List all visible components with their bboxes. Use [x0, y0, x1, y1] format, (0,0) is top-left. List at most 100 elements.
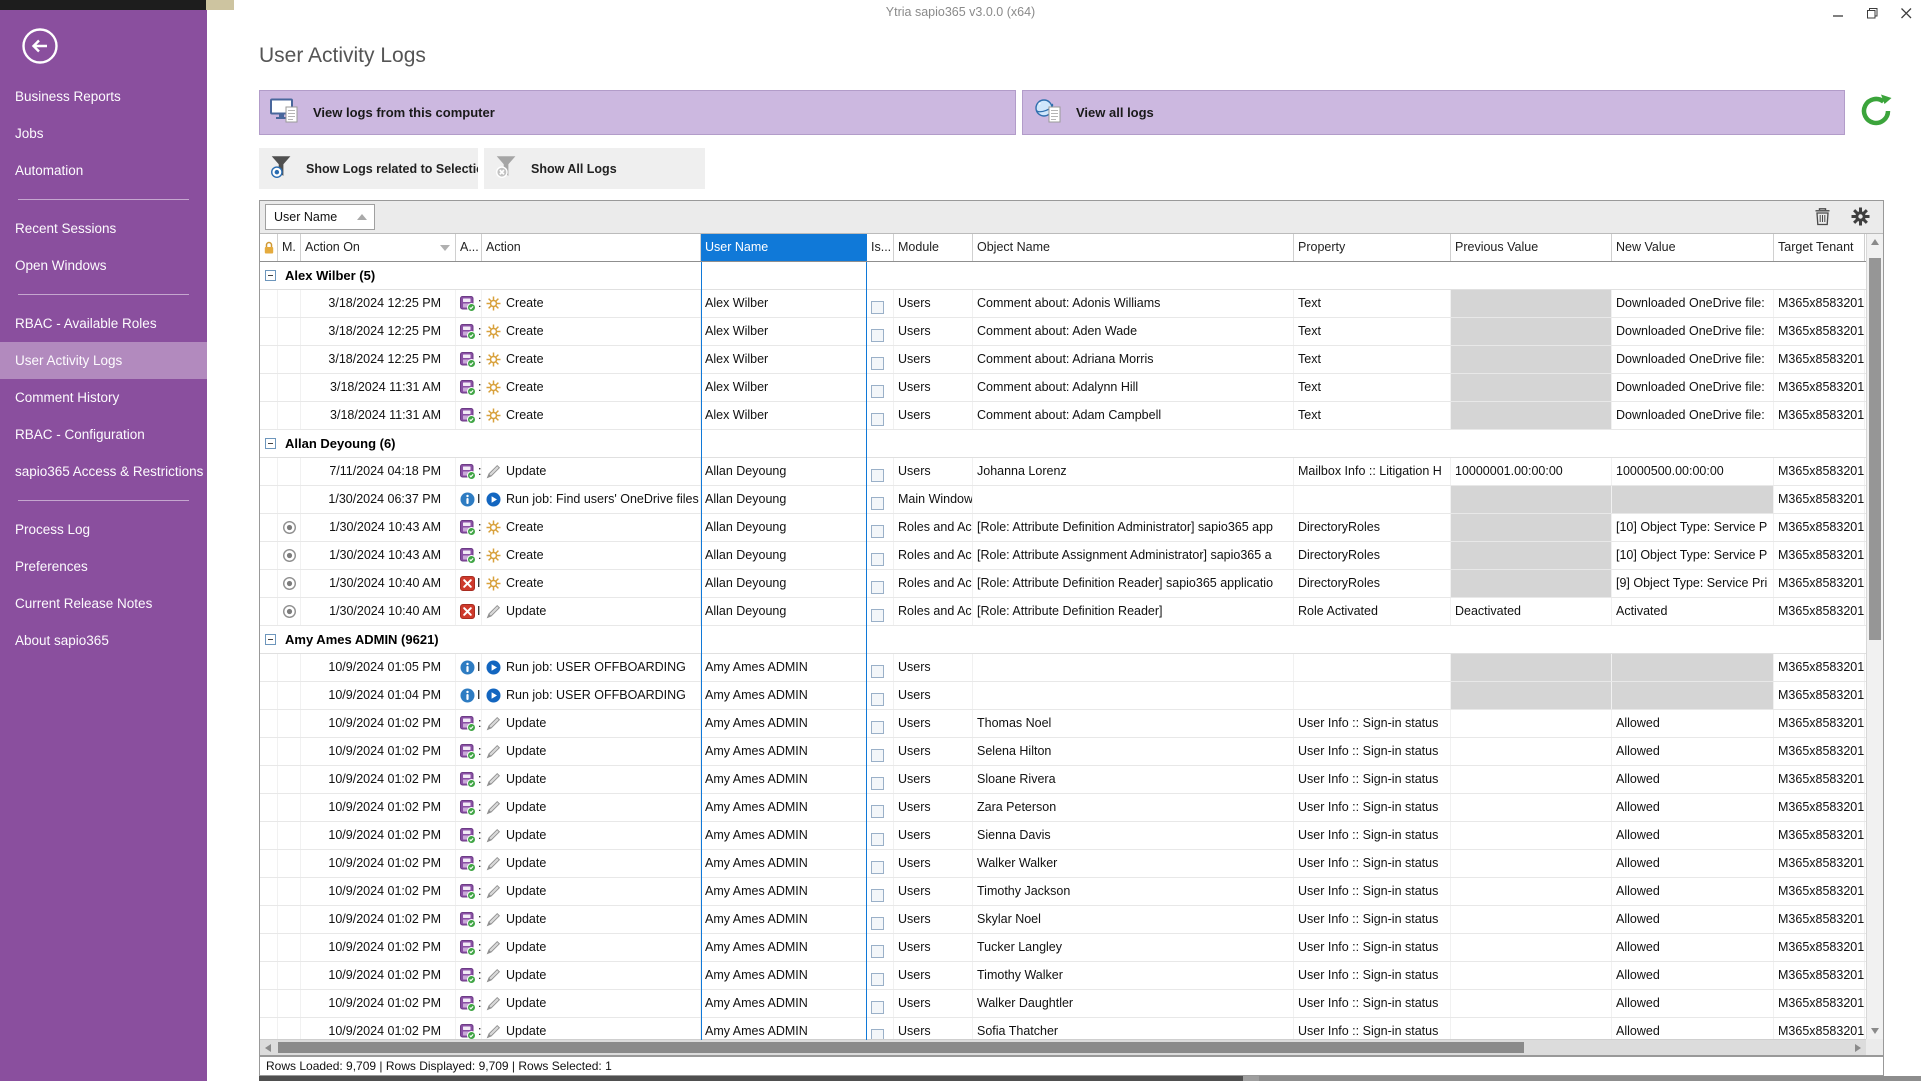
group-row[interactable]: Allan Deyoung (6) — [260, 430, 1866, 458]
column-header-m[interactable]: M. — [278, 234, 301, 261]
log-row[interactable]: 10/9/2024 01:02 PM:UpdateAmy Ames ADMINU… — [260, 766, 1866, 794]
row-checkbox[interactable] — [871, 609, 884, 622]
log-row[interactable]: 3/18/2024 12:25 PM:CreateAlex WilberUser… — [260, 318, 1866, 346]
row-checkbox[interactable] — [871, 693, 884, 706]
log-row[interactable]: 1/30/2024 10:40 AMICreateAllan DeyoungRo… — [260, 570, 1866, 598]
row-checkbox[interactable] — [871, 413, 884, 426]
log-row[interactable]: 10/9/2024 01:02 PM:UpdateAmy Ames ADMINU… — [260, 962, 1866, 990]
group-collapse-toggle[interactable] — [265, 270, 276, 281]
close-button[interactable] — [1899, 7, 1913, 21]
back-button[interactable] — [20, 26, 60, 66]
log-row[interactable]: 3/18/2024 11:31 AM:CreateAlex WilberUser… — [260, 374, 1866, 402]
column-header-lock[interactable] — [260, 234, 278, 261]
minimize-button[interactable] — [1831, 7, 1845, 21]
log-row[interactable]: 10/9/2024 01:02 PM:UpdateAmy Ames ADMINU… — [260, 794, 1866, 822]
log-row[interactable]: 10/9/2024 01:02 PM:UpdateAmy Ames ADMINU… — [260, 850, 1866, 878]
vertical-scrollbar-thumb[interactable] — [1869, 258, 1881, 640]
sidebar-item-comment-history[interactable]: Comment History — [0, 379, 207, 416]
row-checkbox[interactable] — [871, 1001, 884, 1014]
log-row[interactable]: 10/9/2024 01:02 PM:UpdateAmy Ames ADMINU… — [260, 822, 1866, 850]
row-checkbox[interactable] — [871, 581, 884, 594]
scroll-right-arrow[interactable] — [1850, 1040, 1866, 1055]
row-checkbox[interactable] — [871, 749, 884, 762]
column-header-object-name[interactable]: Object Name — [973, 234, 1294, 261]
scroll-left-arrow[interactable] — [260, 1040, 276, 1055]
sidebar-item-rbac-available-roles[interactable]: RBAC - Available Roles — [0, 305, 207, 342]
log-row[interactable]: 1/30/2024 06:37 PMIRun job: Find users' … — [260, 486, 1866, 514]
scroll-down-arrow[interactable] — [1867, 1023, 1883, 1039]
sidebar-item-current-release-notes[interactable]: Current Release Notes — [0, 585, 207, 622]
log-row[interactable]: 10/9/2024 01:05 PMIRun job: USER OFFBOAR… — [260, 654, 1866, 682]
sidebar-item-business-reports[interactable]: Business Reports — [0, 78, 207, 115]
column-header-a[interactable]: A... — [456, 234, 482, 261]
sidebar-item-sapio365-access-restrictions[interactable]: sapio365 Access & Restrictions — [0, 453, 207, 490]
log-row[interactable]: 10/9/2024 01:04 PMIRun job: USER OFFBOAR… — [260, 682, 1866, 710]
log-row[interactable]: 3/18/2024 11:31 AM:CreateAlex WilberUser… — [260, 402, 1866, 430]
trash-icon[interactable] — [1814, 207, 1831, 231]
sidebar-item-process-log[interactable]: Process Log — [0, 511, 207, 548]
row-checkbox[interactable] — [871, 553, 884, 566]
row-checkbox[interactable] — [871, 665, 884, 678]
row-checkbox[interactable] — [871, 469, 884, 482]
column-header-module[interactable]: Module — [894, 234, 973, 261]
column-header-user-name[interactable]: User Name — [701, 234, 867, 261]
vertical-scrollbar[interactable] — [1866, 234, 1883, 1039]
row-checkbox[interactable] — [871, 357, 884, 370]
group-collapse-toggle[interactable] — [265, 438, 276, 449]
horizontal-scrollbar-thumb[interactable] — [278, 1042, 1524, 1053]
sidebar-item-user-activity-logs[interactable]: User Activity Logs — [0, 342, 207, 379]
row-checkbox[interactable] — [871, 721, 884, 734]
sidebar-item-jobs[interactable]: Jobs — [0, 115, 207, 152]
column-header-action-on[interactable]: Action On — [301, 234, 456, 261]
sidebar-item-rbac-configuration[interactable]: RBAC - Configuration — [0, 416, 207, 453]
column-header-is[interactable]: Is... — [867, 234, 894, 261]
log-row[interactable]: 10/9/2024 01:02 PM:UpdateAmy Ames ADMINU… — [260, 906, 1866, 934]
column-header-property[interactable]: Property — [1294, 234, 1451, 261]
sidebar-item-preferences[interactable]: Preferences — [0, 548, 207, 585]
row-checkbox[interactable] — [871, 805, 884, 818]
row-checkbox[interactable] — [871, 889, 884, 902]
show-all-logs-button[interactable]: Show All Logs — [484, 148, 705, 189]
group-by-chip[interactable]: User Name — [265, 204, 375, 230]
sidebar-item-open-windows[interactable]: Open Windows — [0, 247, 207, 284]
row-checkbox[interactable] — [871, 861, 884, 874]
sidebar-item-recent-sessions[interactable]: Recent Sessions — [0, 210, 207, 247]
horizontal-scrollbar[interactable] — [260, 1039, 1866, 1055]
log-row[interactable]: 3/18/2024 12:25 PM:CreateAlex WilberUser… — [260, 290, 1866, 318]
group-row[interactable]: Alex Wilber (5) — [260, 262, 1866, 290]
log-row[interactable]: 10/9/2024 01:02 PM:UpdateAmy Ames ADMINU… — [260, 990, 1866, 1018]
row-checkbox[interactable] — [871, 945, 884, 958]
log-row[interactable]: 3/18/2024 12:25 PM:CreateAlex WilberUser… — [260, 346, 1866, 374]
column-header-previous-value[interactable]: Previous Value — [1451, 234, 1612, 261]
log-row[interactable]: 10/9/2024 01:02 PM:UpdateAmy Ames ADMINU… — [260, 710, 1866, 738]
log-row[interactable]: 1/30/2024 10:40 AMIUpdateAllan DeyoungRo… — [260, 598, 1866, 626]
log-row[interactable]: 1/30/2024 10:43 AM:CreateAllan DeyoungRo… — [260, 542, 1866, 570]
row-checkbox[interactable] — [871, 917, 884, 930]
row-checkbox[interactable] — [871, 973, 884, 986]
refresh-icon[interactable] — [1857, 92, 1897, 132]
log-row[interactable]: 7/11/2024 04:18 PM:UpdateAllan DeyoungUs… — [260, 458, 1866, 486]
view-all-logs-button[interactable]: View all logs — [1022, 90, 1845, 135]
column-header-new-value[interactable]: New Value — [1612, 234, 1774, 261]
row-checkbox[interactable] — [871, 329, 884, 342]
log-row[interactable]: 10/9/2024 01:02 PM:UpdateAmy Ames ADMINU… — [260, 738, 1866, 766]
column-header-action[interactable]: Action — [482, 234, 701, 261]
row-checkbox[interactable] — [871, 301, 884, 314]
group-row[interactable]: Amy Ames ADMIN (9621) — [260, 626, 1866, 654]
log-row[interactable]: 1/30/2024 10:43 AM:CreateAllan DeyoungRo… — [260, 514, 1866, 542]
restore-button[interactable] — [1865, 7, 1879, 21]
sidebar-item-about-sapio365[interactable]: About sapio365 — [0, 622, 207, 659]
scroll-up-arrow[interactable] — [1867, 234, 1883, 250]
row-checkbox[interactable] — [871, 497, 884, 510]
row-checkbox[interactable] — [871, 385, 884, 398]
log-row[interactable]: 10/9/2024 01:02 PM:UpdateAmy Ames ADMINU… — [260, 934, 1866, 962]
column-header-target-tenant[interactable]: Target Tenant — [1774, 234, 1865, 261]
view-logs-local-button[interactable]: View logs from this computer — [259, 90, 1016, 135]
group-collapse-toggle[interactable] — [265, 634, 276, 645]
log-row[interactable]: 10/9/2024 01:02 PM:UpdateAmy Ames ADMINU… — [260, 1018, 1866, 1040]
gear-icon[interactable] — [1851, 207, 1870, 231]
row-checkbox[interactable] — [871, 833, 884, 846]
row-checkbox[interactable] — [871, 777, 884, 790]
log-row[interactable]: 10/9/2024 01:02 PM:UpdateAmy Ames ADMINU… — [260, 878, 1866, 906]
row-checkbox[interactable] — [871, 525, 884, 538]
